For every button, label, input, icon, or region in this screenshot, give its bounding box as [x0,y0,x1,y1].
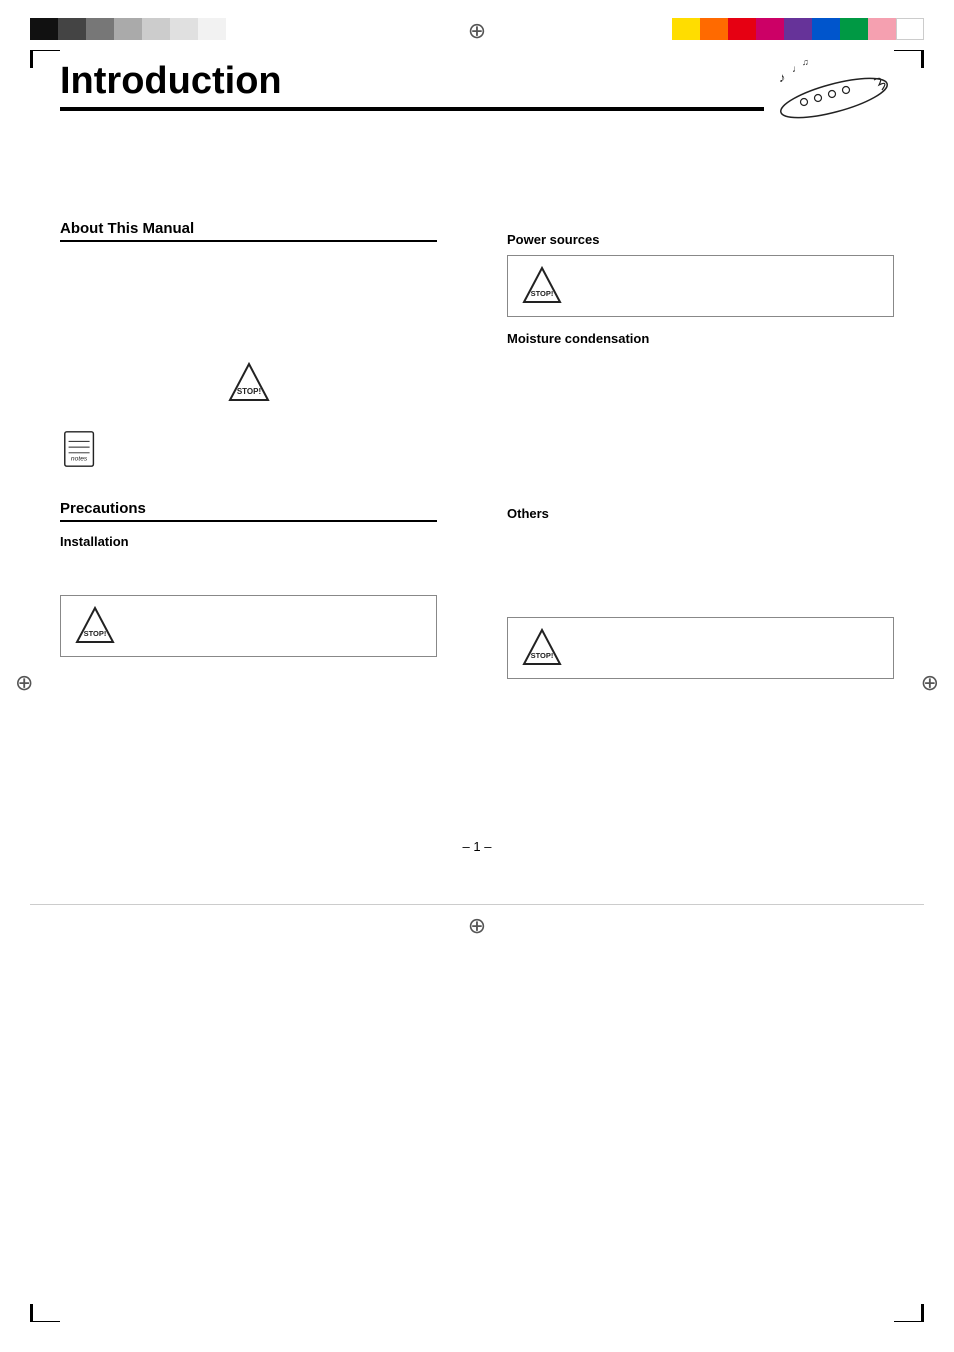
others-heading: Others [507,506,894,521]
top-crosshair: ⊕ [468,18,486,44]
left-crosshair: ⊕ [15,670,33,696]
notes-icon-wrap: notes [60,428,437,470]
color-block-orange [700,18,728,40]
stop-icon-installation: STOP! [75,606,115,646]
main-content: Introduction [0,50,954,894]
svg-text:STOP!: STOP! [84,629,107,638]
gray-block-4 [114,18,142,40]
page: ⊕ Introduction [0,0,954,1352]
gray-block-5 [142,18,170,40]
page-number: – 1 – [60,839,894,864]
notes-icon: notes [60,428,102,470]
gray-block-2 [58,18,86,40]
left-column: About This Manual STOP! [60,220,457,689]
grayscale-blocks [30,18,226,40]
moisture-heading: Moisture condensation [507,331,894,346]
right-crosshair: ⊕ [921,670,939,696]
gray-block-7 [198,18,226,40]
top-bar: ⊕ [0,0,954,50]
svg-text:notes: notes [71,455,88,462]
power-sources-heading: Power sources [507,232,894,247]
right-column: Power sources STOP! Moisture condensatio… [497,220,894,689]
color-blocks [672,18,924,40]
gray-block-6 [170,18,198,40]
stop-icon-others: STOP! [522,628,562,668]
about-manual-heading: About This Manual [60,220,437,242]
color-block-yellow [672,18,700,40]
color-block-magenta [756,18,784,40]
svg-text:♩: ♩ [792,64,802,75]
color-block-white [896,18,924,40]
svg-text:STOP!: STOP! [531,651,554,660]
corner-mark-bottom-right [894,1304,924,1322]
svg-text:STOP!: STOP! [236,387,260,396]
gray-block-1 [30,18,58,40]
stop-box-power: STOP! [507,255,894,317]
color-block-pink [868,18,896,40]
gray-block-3 [86,18,114,40]
page-title: Introduction [60,60,764,111]
stop-box-installation: STOP! [60,595,437,657]
svg-text:STOP!: STOP! [531,289,554,298]
intro-section: Introduction [60,60,894,130]
stop-icon-power: STOP! [522,266,562,306]
svg-text:♫: ♫ [802,57,809,67]
stop-icon-left: STOP! [60,362,437,404]
color-block-blue [812,18,840,40]
bottom-crosshair: ⊕ [468,913,486,939]
installation-heading: Installation [60,534,437,549]
color-block-green [840,18,868,40]
color-block-red [728,18,756,40]
intro-icon: ♪ ♩ ♫ [764,50,894,130]
bottom-bar: ⊕ [30,904,924,939]
two-col-layout: About This Manual STOP! [60,220,894,689]
color-block-purple [784,18,812,40]
corner-mark-bottom-left [30,1304,60,1322]
svg-text:♪: ♪ [779,70,786,85]
stop-box-others: STOP! [507,617,894,679]
precautions-heading: Precautions [60,500,437,522]
